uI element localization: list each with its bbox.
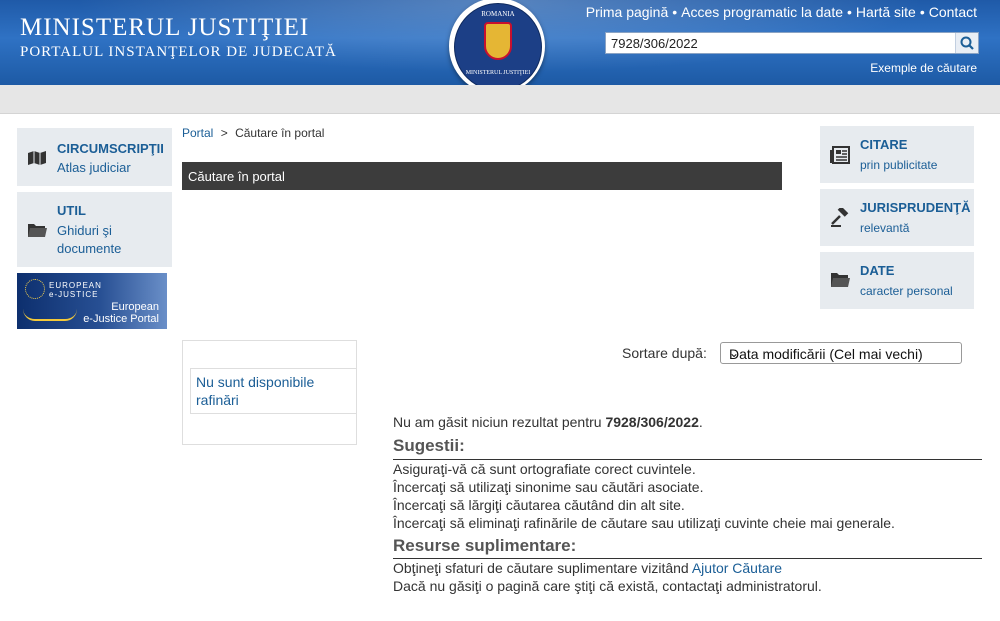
nav-sitemap-link[interactable]: Hartă site — [856, 4, 916, 20]
search-examples-link[interactable]: Exemple de căutare — [870, 61, 977, 75]
search-box — [605, 32, 979, 54]
sidebar-item-subtitle: prin publicitate — [860, 158, 938, 172]
ejustice-bottom-line1: European — [111, 301, 159, 313]
sidebar-item-subtitle: caracter personal — [860, 284, 953, 298]
suggestions-heading: Sugestii: — [393, 436, 465, 455]
search-icon — [960, 36, 974, 50]
map-icon — [28, 151, 46, 165]
nav-api-link[interactable]: Acces programatic la date — [681, 4, 843, 20]
folder-icon — [831, 273, 850, 287]
suggestion-item: Încercaţi să eliminaţi rafinările de cău… — [393, 515, 895, 531]
resources-heading: Resurse suplimentare: — [393, 536, 577, 555]
suggestion-item: Încercaţi să lărgiţi căutarea căutând di… — [393, 497, 685, 513]
site-title[interactable]: MINISTERUL JUSTIŢIEI — [20, 14, 309, 42]
breadcrumb: Portal > Căutare în portal — [182, 126, 324, 140]
site-subtitle[interactable]: PORTALUL INSTANŢELOR DE JUDECATĂ — [20, 44, 337, 61]
refinements-message-box: Nu sunt disponibile rafinări — [190, 368, 357, 414]
breadcrumb-home-link[interactable]: Portal — [182, 126, 213, 140]
page-title: Căutare în portal — [188, 169, 285, 184]
sidebar-item-title: UTIL — [57, 203, 86, 218]
no-results-message: Nu am găsit niciun rezultat pentru 7928/… — [393, 414, 703, 430]
header-gray-bar — [0, 85, 1000, 114]
sidebar-item-subtitle: Atlas judiciar — [57, 160, 131, 175]
eu-stars-icon — [25, 279, 45, 299]
gavel-icon — [831, 208, 849, 227]
sidebar-item-circumscriptii[interactable]: CIRCUMSCRIPŢII Atlas judiciar — [17, 128, 172, 186]
chevron-down-icon: ⌄ — [729, 346, 740, 360]
sidebar-item-jurisprudenta[interactable]: JURISPRUDENŢĂ relevantă — [820, 189, 974, 246]
suggestion-item: Încercaţi să utilizaţi sinonime sau căut… — [393, 479, 704, 495]
coat-of-arms-icon — [484, 22, 512, 60]
refinements-text-line1: Nu sunt disponibile — [196, 374, 315, 390]
newspaper-icon — [830, 146, 850, 164]
resource-line: Obţineţi sfaturi de căutare suplimentare… — [393, 560, 783, 576]
top-navigation: Prima pagină • Acces programatic la date • H… — [585, 4, 977, 20]
search-query: 7928/306/2022 — [605, 414, 699, 430]
sort-label: Sortare după: — [622, 345, 707, 361]
nav-home-link[interactable]: Prima pagină — [586, 4, 669, 20]
site-header: MINISTERUL JUSTIŢIEI PORTALUL INSTANŢELO… — [0, 0, 1000, 85]
ejustice-top-line2: e-JUSTICE — [49, 290, 99, 299]
sidebar-item-title: DATE — [860, 263, 895, 278]
search-input[interactable] — [606, 33, 951, 53]
refinements-panel: Nu sunt disponibile rafinări — [182, 340, 357, 445]
folder-icon — [28, 224, 47, 237]
justice-scale-icon — [23, 309, 77, 321]
suggestion-item: Asiguraţi-vă că sunt ortografiate corect… — [393, 461, 696, 477]
suggestions-divider — [393, 459, 982, 460]
search-help-link[interactable]: Ajutor Căutare — [692, 560, 782, 576]
seal-top-text: ROMANIA — [481, 10, 515, 18]
ministry-seal-logo[interactable]: ROMANIA MINISTERUL JUSTIŢIEI — [449, 0, 545, 85]
sidebar-item-title: CITARE — [860, 137, 908, 152]
search-button[interactable] — [955, 33, 978, 53]
refinements-text-line2: rafinări — [196, 392, 239, 408]
sort-select[interactable]: Data modificării (Cel mai vechi) ⌄ — [720, 342, 962, 364]
sidebar-item-title: CIRCUMSCRIPŢII — [57, 141, 164, 156]
breadcrumb-current: Căutare în portal — [235, 126, 325, 140]
sidebar-item-subtitle-line2: documente — [57, 241, 122, 256]
resources-divider — [393, 558, 982, 559]
ejustice-top-line1: EUROPEAN — [49, 281, 102, 290]
sidebar-item-title: JURISPRUDENŢĂ — [860, 200, 971, 215]
sidebar-item-date[interactable]: DATE caracter personal — [820, 252, 974, 309]
breadcrumb-separator: > — [220, 126, 228, 140]
sidebar-item-subtitle-line1: Ghiduri şi — [57, 223, 112, 238]
page-title-bar: Căutare în portal — [182, 162, 782, 190]
sidebar-item-citare[interactable]: CITARE prin publicitate — [820, 126, 974, 183]
nav-contact-link[interactable]: Contact — [929, 4, 977, 20]
ejustice-bottom-line2: e-Justice Portal — [83, 313, 159, 325]
sidebar-item-util[interactable]: UTIL Ghiduri şi documente — [17, 192, 172, 267]
resource-line: Dacă nu găsiţi o pagină care ştiţi că ex… — [393, 578, 822, 594]
ejustice-portal-banner[interactable]: EUROPEAN e-JUSTICE European e-Justice Po… — [17, 273, 167, 329]
seal-bottom-text: MINISTERUL JUSTIŢIEI — [465, 70, 531, 76]
sidebar-item-subtitle: relevantă — [860, 221, 910, 235]
